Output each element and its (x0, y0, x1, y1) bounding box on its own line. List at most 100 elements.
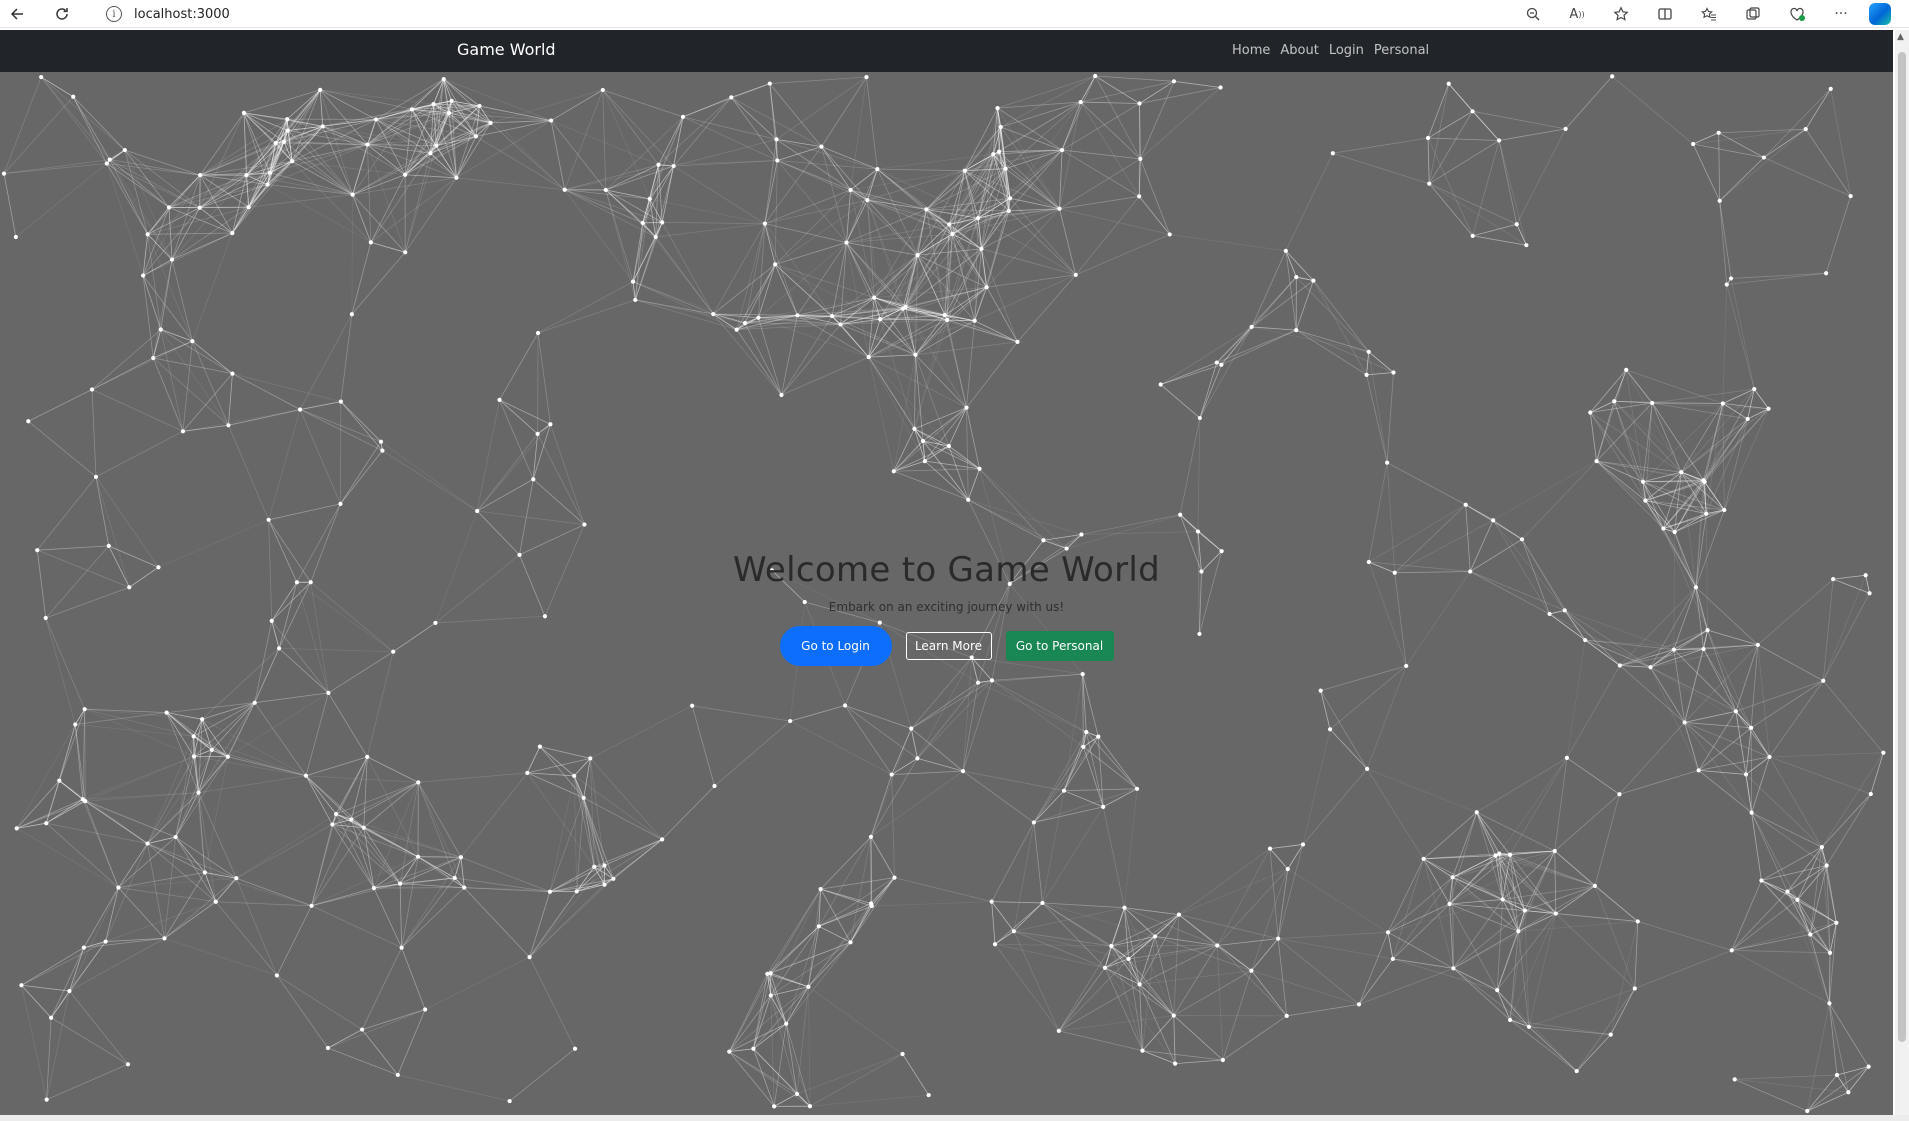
network-link (3, 163, 107, 174)
network-link (1269, 848, 1279, 939)
scroll-up-arrow-icon[interactable]: ▲ (1897, 32, 1904, 42)
network-link (682, 97, 732, 118)
network-link (821, 146, 878, 170)
network-node (1294, 327, 1299, 333)
network-link (977, 108, 998, 219)
network-link (21, 984, 52, 1019)
network-link (1059, 196, 1140, 210)
network-link (204, 872, 312, 907)
network-link (1313, 280, 1367, 376)
favorites-icon[interactable] (1693, 2, 1725, 26)
network-link (367, 144, 372, 243)
network-link (418, 856, 461, 858)
network-link (962, 680, 993, 772)
network-link (1386, 462, 1466, 506)
network-node (868, 834, 874, 839)
network-link (605, 189, 643, 224)
network-node (966, 497, 971, 502)
network-link (40, 76, 74, 98)
network-node (1612, 399, 1617, 404)
network-link (91, 389, 97, 477)
network-link (171, 206, 249, 260)
network-link (991, 822, 1035, 902)
network-node (350, 192, 355, 197)
network-link (28, 389, 93, 422)
network-node (434, 143, 439, 148)
copilot-icon[interactable] (1869, 3, 1891, 25)
network-node (67, 988, 72, 994)
reload-icon[interactable] (48, 2, 76, 26)
network-link (382, 450, 478, 512)
network-node (1682, 720, 1687, 725)
network-link (1509, 757, 1568, 855)
brand-link[interactable]: Game World (457, 40, 556, 59)
network-node (913, 352, 918, 357)
network-link (537, 299, 636, 334)
network-node (80, 797, 85, 802)
arrow-left-icon[interactable] (4, 2, 32, 26)
collections-icon[interactable] (1737, 2, 1769, 26)
more-icon[interactable]: ··· (1825, 2, 1857, 26)
network-link (1222, 1015, 1287, 1061)
nav-link-about[interactable]: About (1280, 43, 1318, 58)
network-link (1719, 157, 1765, 202)
network-link (1516, 128, 1566, 225)
network-link (351, 782, 419, 820)
network-link (363, 827, 401, 884)
network-link (991, 680, 1084, 748)
learn-more-button[interactable]: Learn More (905, 632, 992, 660)
network-link (370, 241, 406, 253)
network-link (539, 746, 591, 759)
zoom-out-icon[interactable] (1517, 2, 1549, 26)
vertical-scrollbar[interactable]: ▲ (1895, 30, 1909, 1115)
network-link (658, 164, 674, 167)
network-link (1199, 326, 1252, 419)
network-link (537, 332, 551, 425)
info-icon[interactable]: i (106, 6, 122, 22)
network-link (1033, 731, 1087, 823)
network-node (762, 221, 767, 226)
network-link (902, 308, 967, 408)
network-node (26, 419, 31, 424)
nav-link-home[interactable]: Home (1232, 43, 1270, 58)
network-link (966, 320, 976, 408)
network-node (116, 885, 121, 890)
network-node (1821, 678, 1826, 683)
network-link (1722, 284, 1728, 404)
hero-buttons: Go to Login Learn More Go to Personal (0, 626, 1893, 666)
network-link (1075, 196, 1140, 276)
network-node (1284, 1013, 1289, 1018)
network-node (1691, 141, 1696, 147)
network-node (891, 469, 896, 474)
network-node (767, 81, 772, 86)
read-aloud-icon[interactable]: A)) (1561, 2, 1593, 26)
network-link (1080, 80, 1175, 103)
network-link (1787, 891, 1831, 954)
network-node (1167, 232, 1172, 237)
network-link (211, 749, 307, 777)
network-link (774, 160, 778, 265)
nav-link-login[interactable]: Login (1329, 43, 1364, 58)
scrollbar-thumb[interactable] (1898, 52, 1906, 1042)
network-link (1730, 278, 1755, 390)
split-screen-icon[interactable] (1649, 2, 1681, 26)
favorite-star-icon[interactable] (1605, 2, 1637, 26)
network-node (1761, 155, 1767, 160)
network-link (602, 89, 607, 190)
network-link (529, 956, 576, 1049)
network-link (1703, 388, 1755, 481)
hero-subtitle: Embark on an exciting journey with us! (828, 600, 1065, 614)
network-node (844, 240, 849, 245)
network-node (1827, 1001, 1832, 1006)
network-link (850, 903, 872, 943)
network-link (1428, 183, 1473, 237)
go-to-personal-button[interactable]: Go to Personal (1005, 631, 1114, 661)
browser-essentials-icon[interactable] (1781, 2, 1813, 26)
go-to-login-button[interactable]: Go to Login (779, 626, 892, 666)
network-link (1428, 83, 1450, 184)
network-link (850, 170, 965, 191)
nav-link-personal[interactable]: Personal (1374, 43, 1429, 58)
network-node (1311, 278, 1316, 283)
address-bar[interactable]: i localhost:3000 (92, 2, 1562, 26)
network-node (1635, 919, 1640, 924)
